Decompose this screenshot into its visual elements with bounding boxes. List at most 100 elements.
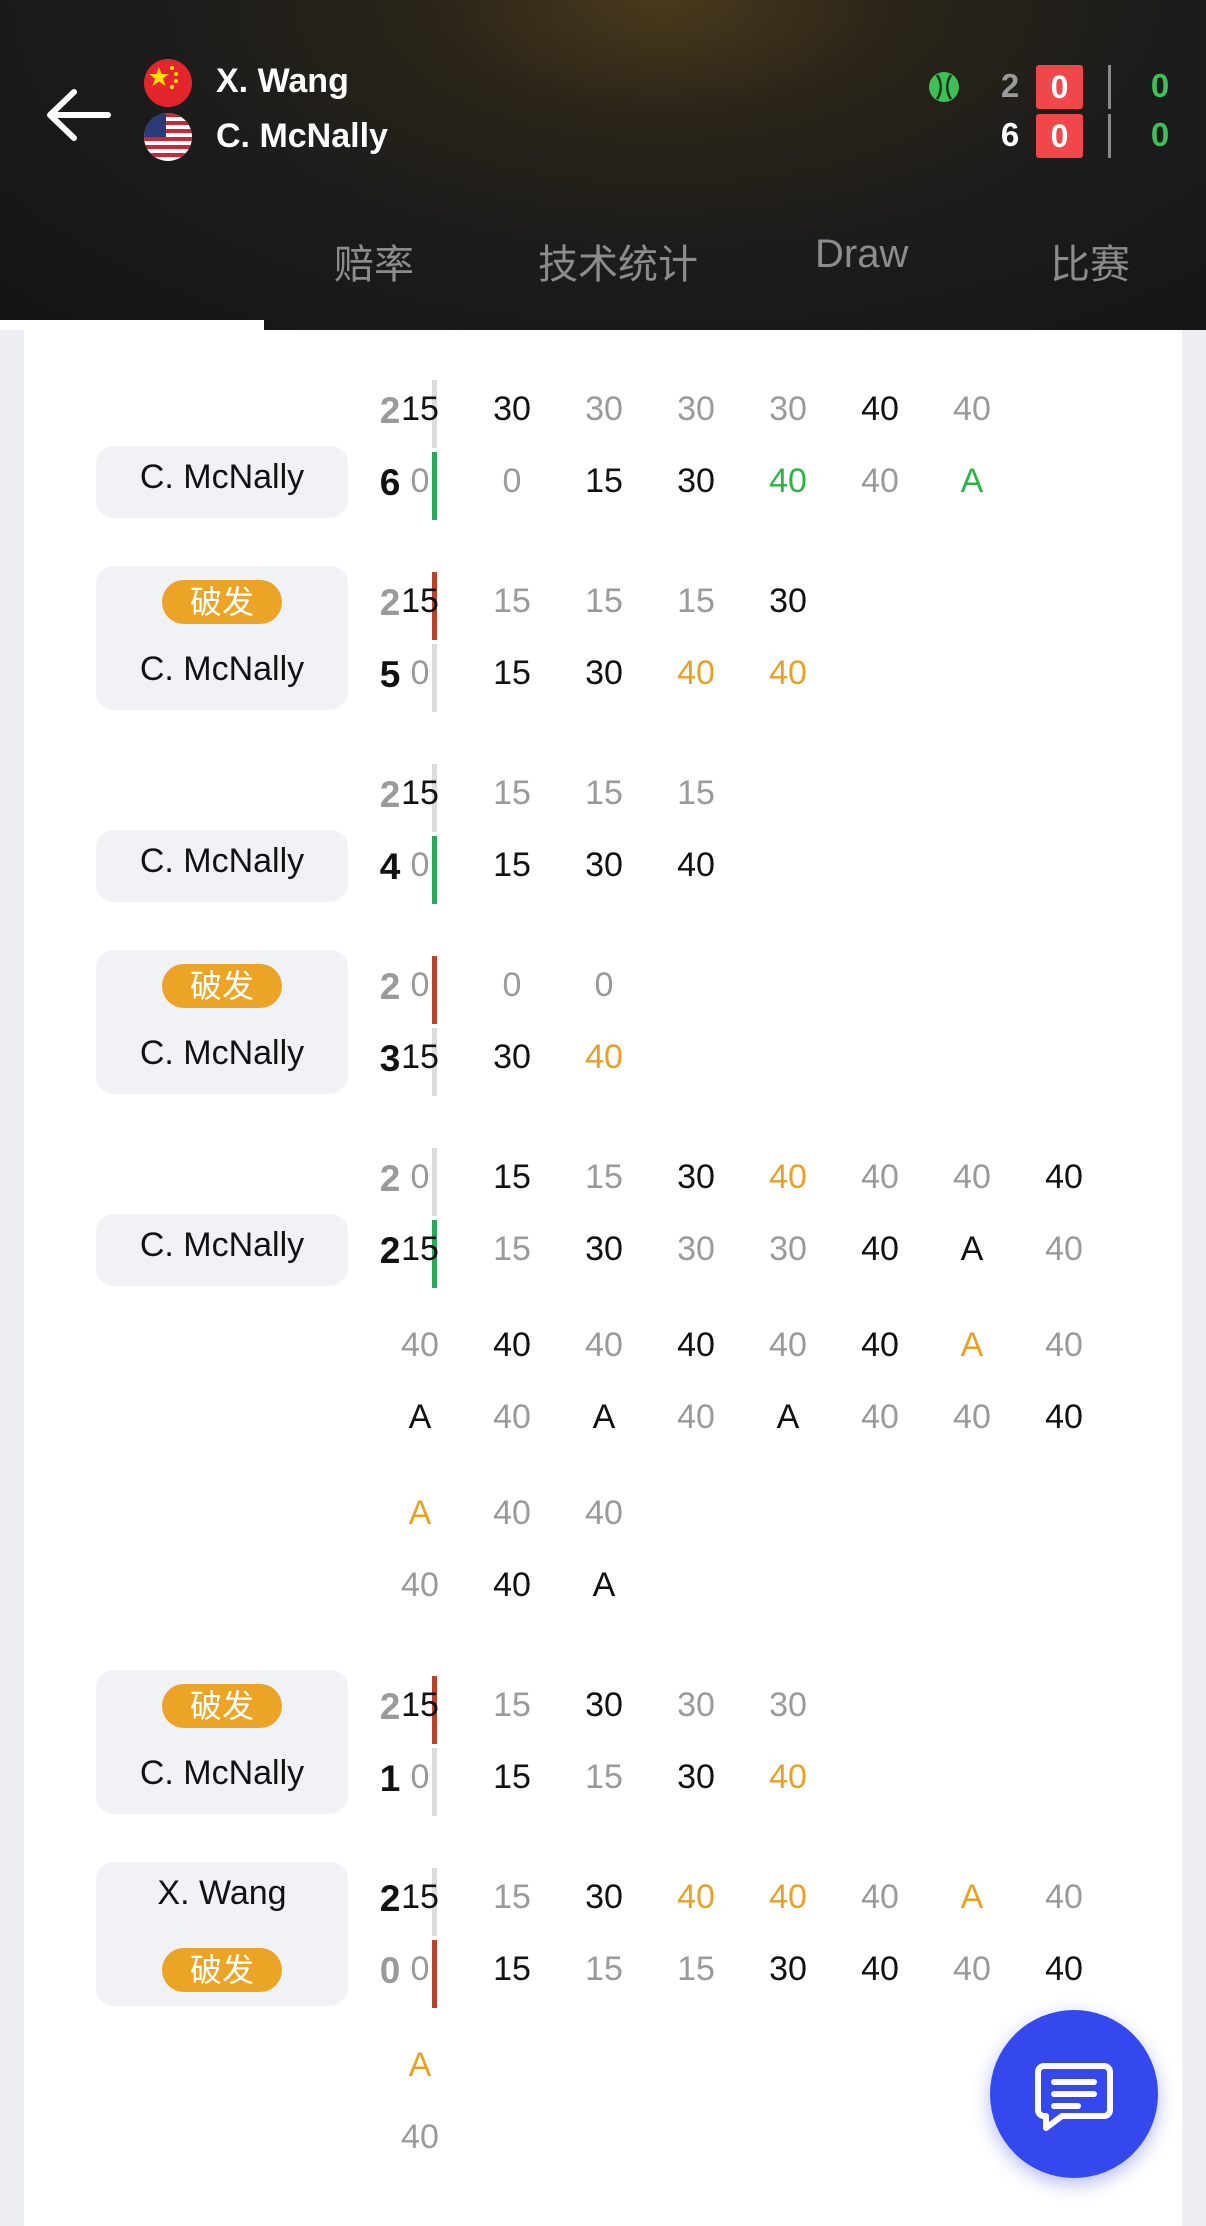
break-badge: 破发 bbox=[162, 964, 282, 1008]
chat-button[interactable] bbox=[990, 2010, 1158, 2178]
game-player-box: C. McNally 破发 bbox=[96, 1670, 348, 1814]
point-score: 40 bbox=[401, 1566, 439, 1604]
point-score: A bbox=[776, 1398, 800, 1436]
point-by-point-card: C. McNally 2 6 15 30 30 30 30 40 40 0 0 15 30 40 40 A C. … bbox=[24, 330, 1182, 2226]
point-score: 40 bbox=[1045, 1878, 1083, 1916]
game-player-box: C. McNally bbox=[96, 1214, 348, 1286]
back-arrow-icon[interactable] bbox=[40, 80, 120, 150]
point-score: 15 bbox=[493, 846, 531, 884]
tab-odds[interactable]: 赔率 bbox=[334, 232, 414, 290]
player1-points: 0 bbox=[1150, 67, 1170, 104]
point-score: 15 bbox=[493, 654, 531, 692]
point-score: 30 bbox=[769, 1950, 807, 1988]
server-name: C. McNally bbox=[139, 650, 305, 688]
point-score: 40 bbox=[1045, 1158, 1083, 1196]
point-score: 15 bbox=[493, 1950, 531, 1988]
usa-flag-icon bbox=[144, 113, 192, 161]
point-score: 40 bbox=[861, 1326, 899, 1364]
tab-matches[interactable]: 比赛 bbox=[1050, 232, 1130, 290]
point-score: 0 bbox=[410, 1158, 430, 1196]
match-header: X. Wang C. McNally 2 0 0 6 0 0 赔率 技术统计 D… bbox=[0, 0, 1206, 330]
point-score: 0 bbox=[410, 966, 430, 1004]
point-score: 30 bbox=[677, 1158, 715, 1196]
score-divider bbox=[1108, 114, 1111, 158]
point-score: A bbox=[592, 1398, 616, 1436]
point-score: 15 bbox=[677, 1950, 715, 1988]
point-score: 15 bbox=[493, 1686, 531, 1724]
point-score: 30 bbox=[769, 1686, 807, 1724]
point-score: 40 bbox=[1045, 1950, 1083, 1988]
point-score: 15 bbox=[401, 1230, 439, 1268]
point-score: 15 bbox=[677, 582, 715, 620]
server-name: X. Wang bbox=[157, 1874, 287, 1912]
point-score: 15 bbox=[585, 774, 623, 812]
point-score: 40 bbox=[493, 1398, 531, 1436]
point-score: 40 bbox=[861, 1158, 899, 1196]
point-score: 0 bbox=[502, 462, 522, 500]
break-badge: 破发 bbox=[162, 1948, 282, 1992]
point-score: A bbox=[408, 1398, 432, 1436]
tab-indicator bbox=[0, 320, 264, 330]
point-score: 30 bbox=[769, 390, 807, 428]
player1-name: X. Wang bbox=[216, 62, 349, 100]
break-badge: 破发 bbox=[162, 1684, 282, 1728]
server-name: C. McNally bbox=[139, 842, 305, 880]
point-score: 15 bbox=[401, 1878, 439, 1916]
point-score: 0 bbox=[410, 1950, 430, 1988]
point-score: 15 bbox=[493, 1878, 531, 1916]
player2-games-badge: 0 bbox=[1036, 114, 1083, 158]
point-score: 30 bbox=[585, 1686, 623, 1724]
player2-sets: 6 bbox=[1000, 116, 1020, 153]
server-name: C. McNally bbox=[139, 1754, 305, 1792]
point-score: 30 bbox=[769, 582, 807, 620]
point-score: 30 bbox=[493, 390, 531, 428]
player1-sets: 2 bbox=[1000, 67, 1020, 104]
point-score: 40 bbox=[677, 846, 715, 884]
point-score: 40 bbox=[769, 1878, 807, 1916]
player2-name: C. McNally bbox=[216, 117, 388, 155]
point-score: 40 bbox=[769, 654, 807, 692]
chat-message-icon bbox=[1035, 2063, 1113, 2131]
point-score: A bbox=[960, 462, 984, 500]
game-player-box: X. Wang 破发 bbox=[96, 1862, 348, 2006]
tab-statistics[interactable]: 技术统计 bbox=[538, 232, 698, 290]
point-score: 15 bbox=[493, 1158, 531, 1196]
game-player-box: C. McNally bbox=[96, 830, 348, 902]
point-score: 40 bbox=[401, 2118, 439, 2156]
point-score: A bbox=[960, 1230, 984, 1268]
point-score: 40 bbox=[953, 390, 991, 428]
point-score: 40 bbox=[493, 1494, 531, 1532]
point-score: 0 bbox=[594, 966, 614, 1004]
tab-draw[interactable]: Draw bbox=[815, 232, 908, 277]
point-score: 30 bbox=[677, 1230, 715, 1268]
point-score: 15 bbox=[493, 774, 531, 812]
point-score: 30 bbox=[585, 654, 623, 692]
point-score: 15 bbox=[401, 1038, 439, 1076]
point-score: 40 bbox=[769, 462, 807, 500]
server-name: C. McNally bbox=[139, 458, 305, 496]
game-player-box: C. McNally 破发 bbox=[96, 566, 348, 710]
point-score: 30 bbox=[585, 846, 623, 884]
point-score: 40 bbox=[677, 654, 715, 692]
point-score: 0 bbox=[410, 1758, 430, 1796]
point-score: 15 bbox=[401, 774, 439, 812]
point-score: 30 bbox=[585, 390, 623, 428]
point-score: 15 bbox=[585, 462, 623, 500]
point-score: 40 bbox=[1045, 1326, 1083, 1364]
point-score: 40 bbox=[1045, 1230, 1083, 1268]
point-score: 40 bbox=[493, 1326, 531, 1364]
game-player-box: C. McNally 破发 bbox=[96, 950, 348, 1094]
point-score: 40 bbox=[401, 1326, 439, 1364]
china-flag-icon bbox=[144, 59, 192, 107]
point-score: 40 bbox=[769, 1158, 807, 1196]
point-score: 40 bbox=[953, 1158, 991, 1196]
server-name: C. McNally bbox=[139, 1034, 305, 1072]
server-name: C. McNally bbox=[139, 1226, 305, 1264]
point-score: 40 bbox=[861, 1950, 899, 1988]
point-score: 40 bbox=[769, 1326, 807, 1364]
point-score: 15 bbox=[585, 1758, 623, 1796]
point-score: 30 bbox=[769, 1230, 807, 1268]
point-score: 40 bbox=[493, 1566, 531, 1604]
point-score: 40 bbox=[953, 1950, 991, 1988]
point-score: 40 bbox=[585, 1494, 623, 1532]
